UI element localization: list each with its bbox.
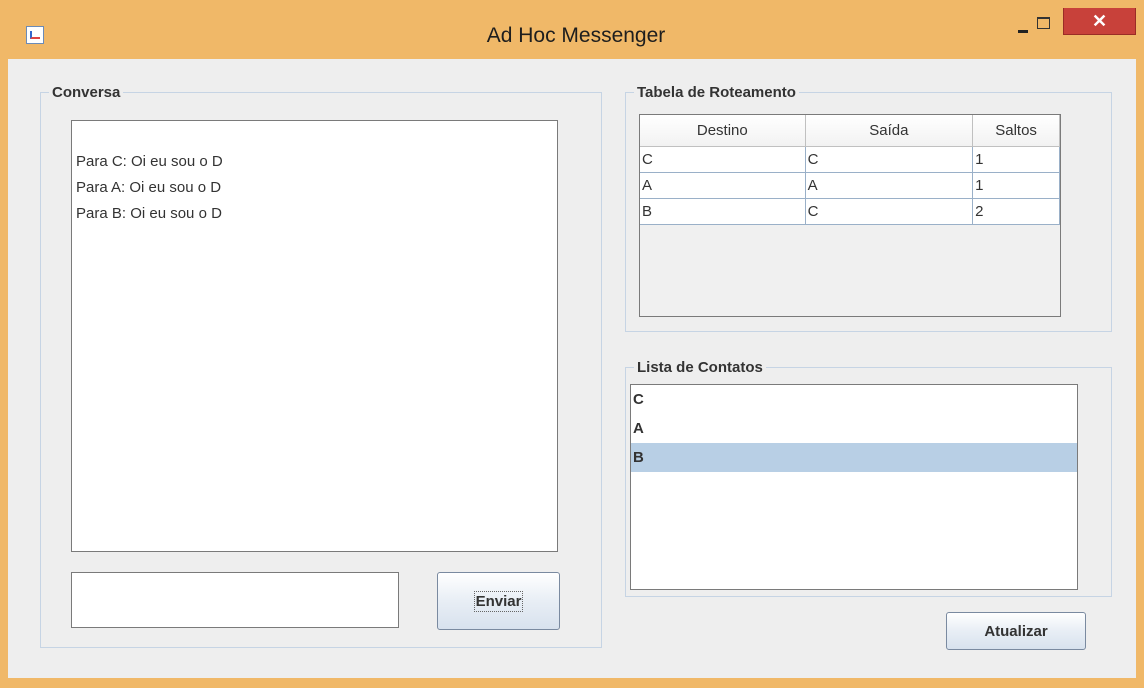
minimize-icon [1018, 29, 1028, 33]
send-button[interactable]: Enviar [437, 572, 560, 630]
contacts-list[interactable]: C A B [630, 384, 1078, 590]
list-item[interactable]: C [631, 385, 1077, 414]
window-title: Ad Hoc Messenger [486, 24, 666, 47]
app-window: Ad Hoc Messenger ✕ Conversa Para C: Oi e… [0, 0, 1144, 688]
list-item[interactable]: A [631, 414, 1077, 443]
message-input[interactable] [71, 572, 399, 628]
client-area: Conversa Para C: Oi eu sou o D Para A: O… [8, 59, 1136, 678]
send-button-label: Enviar [473, 590, 524, 612]
contacts-title: Lista de Contatos [634, 359, 766, 376]
message-line: Para A: Oi eu sou o D [76, 179, 222, 196]
table-cell[interactable]: 1 [972, 172, 1060, 199]
close-icon: ✕ [1091, 10, 1108, 31]
message-line: Para C: Oi eu sou o D [76, 153, 223, 170]
table-row[interactable]: B C 2 [640, 198, 1060, 225]
column-header-destino[interactable]: Destino [640, 115, 806, 147]
list-item-selected[interactable]: B [631, 443, 1077, 472]
table-cell[interactable]: C [805, 198, 974, 225]
update-button-label: Atualizar [984, 622, 1048, 640]
routing-table[interactable]: Destino Saída Saltos C C 1 A A 1 B C 2 [639, 114, 1061, 317]
close-button[interactable]: ✕ [1063, 8, 1136, 35]
maximize-icon [1036, 17, 1050, 29]
column-header-saltos[interactable]: Saltos [972, 115, 1060, 147]
table-header-row: Destino Saída Saltos [640, 115, 1060, 147]
message-line: Para B: Oi eu sou o D [76, 205, 222, 222]
update-button[interactable]: Atualizar [946, 612, 1086, 650]
table-row[interactable]: A A 1 [640, 172, 1060, 199]
table-row[interactable]: C C 1 [640, 146, 1060, 173]
table-cell[interactable]: 1 [972, 146, 1060, 173]
column-header-saida[interactable]: Saída [805, 115, 974, 147]
conversation-textarea[interactable]: Para C: Oi eu sou o D Para A: Oi eu sou … [71, 120, 558, 552]
table-cell[interactable]: C [640, 146, 806, 173]
title-bar[interactable]: Ad Hoc Messenger ✕ [0, 0, 1144, 48]
table-cell[interactable]: A [805, 172, 974, 199]
table-cell[interactable]: A [640, 172, 806, 199]
conversa-title: Conversa [49, 84, 124, 101]
table-cell[interactable]: 2 [972, 198, 1060, 225]
maximize-button[interactable] [1030, 10, 1056, 40]
table-cell[interactable]: B [640, 198, 806, 225]
routing-table-title: Tabela de Roteamento [634, 84, 799, 101]
table-cell[interactable]: C [805, 146, 974, 173]
